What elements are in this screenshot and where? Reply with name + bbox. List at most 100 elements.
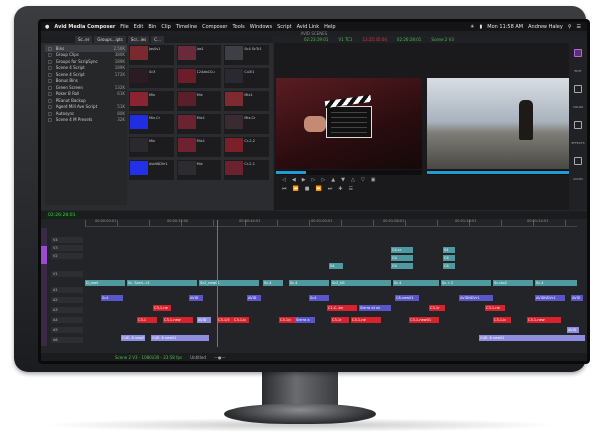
audio-clip[interactable]: C3-1r [429,305,445,311]
audio-icon[interactable] [574,157,582,165]
workspace-color[interactable]: COLOR [573,105,583,109]
video-clip[interactable]: Sc2_new01 [199,280,259,286]
bin-tab[interactable]: Groups...ipts [94,36,126,43]
audio-clip[interactable]: Sc4 [101,295,123,301]
clip-thumbnail[interactable]: Jas0s1 [129,45,174,65]
clip-thumbnail[interactable]: Mix1 [224,91,269,111]
mark-in-icon[interactable]: ◁ [282,177,286,183]
menu-windows[interactable]: Windows [250,24,272,30]
audio-clip[interactable]: AVID [247,295,261,301]
clock[interactable]: Mon 11:58 AM [487,24,523,30]
battery-icon[interactable]: ▮ [479,24,482,30]
bin-row[interactable]: □ Scene 4 M Presets 32K [45,117,127,124]
audio-clip[interactable]: Sierra at ok [359,305,391,311]
audio-clip[interactable]: C8-new01 [395,295,419,301]
audio-clip[interactable]: AVID [189,295,203,301]
menu-edit[interactable]: Edit [134,24,144,30]
bin-row[interactable]: □ Scene 4 Script 189K [45,65,127,72]
timeline-ruler[interactable]: 00:00:00:01 00:00:32:00 00:00:44:01 00:01:0… [85,219,577,227]
fast-forward-icon[interactable]: ⏩ [315,186,321,192]
menu-list-icon[interactable]: ☰ [577,24,581,30]
step-back-icon[interactable]: ◀ [292,177,296,183]
go-to-in-icon[interactable]: ⏮ [282,186,287,192]
audio-clip[interactable]: AVID [571,295,583,301]
video-clip[interactable]: Sc.4 [393,280,439,286]
color-icon[interactable] [574,85,582,93]
wifi-icon[interactable]: ☀ [470,24,474,30]
play-icon[interactable]: ▶ [302,177,306,183]
bin-row[interactable]: □ Bins 2.56K [45,45,127,52]
record-position-bar[interactable] [427,170,573,175]
apple-icon[interactable]: ● [45,24,49,30]
video-clip[interactable]: Sc. Sce4...t1 [127,280,197,286]
bin-row[interactable]: □ Group Clips 380K [45,52,127,59]
video-clip[interactable]: S4 [329,263,343,269]
track-header[interactable]: V1 [51,271,83,277]
splice-icon[interactable]: ▲ [331,177,335,183]
lift-icon[interactable]: △ [351,177,355,183]
clip-thumbnail[interactable]: Mix1 [176,114,222,134]
bin-row[interactable]: □ Scene 4 Script 172K [45,71,127,78]
audio-clip[interactable]: AVIDNDVr1 [459,295,493,301]
match-frame-icon[interactable]: ▣ [371,177,376,183]
track-header[interactable]: V3 [51,245,83,251]
mark-out-icon[interactable]: ▷ [321,177,325,183]
audio-clip[interactable]: C3-1-ne [485,305,505,311]
audio-clip[interactable]: C3-1-new [527,317,561,323]
track-header[interactable]: A2 [51,297,83,303]
clip-thumbnail[interactable]: 124ab1Cu [176,68,222,88]
video-clip[interactable]: C4 [391,255,413,261]
track-header[interactable]: A5 [51,327,83,333]
extract-icon[interactable]: ▽ [361,177,365,183]
video-clip[interactable]: Sc.4 [289,280,329,286]
clip-thumbnail[interactable]: Mix [176,91,222,111]
track-header[interactable]: A1 [51,287,83,293]
clip-thumbnail[interactable]: Sc3 [129,68,174,88]
track-header[interactable]: V4 [51,237,83,243]
audio-clip[interactable]: C3-1-ne [153,305,171,311]
search-icon[interactable]: ⚲ [568,24,572,30]
clip-thumbnail[interactable]: AvidNDVr1 [129,160,174,180]
menu-file[interactable]: File [120,24,128,30]
video-clip[interactable]: C4 [443,263,455,269]
audio-clip[interactable]: C3-1-b [233,317,249,323]
clip-thumbnail[interactable]: Jas1 [176,45,222,65]
audio-clip[interactable]: C3-1-new01 [409,317,439,323]
audio-clip[interactable]: CUE: 8 new01 [479,335,585,341]
add-edit-icon[interactable]: ✚ [338,186,342,192]
clip-thumbnail[interactable]: Mix [176,160,222,180]
audio-clip[interactable]: C3-1 [137,317,157,323]
clip-thumbnail[interactable]: Cr-2-1 [224,160,269,180]
audio-clip[interactable]: C3-1-ne [351,317,381,323]
audio-clip[interactable]: C3-1-b [493,317,511,323]
menu-script[interactable]: Script [277,24,292,30]
video-clip[interactable]: Sc2_N1 [331,280,391,286]
video-clip[interactable]: C4 [443,255,455,261]
zoom-label[interactable]: Untitled [190,355,206,360]
step-forward-icon[interactable]: ▷ [312,177,316,183]
clip-thumbnail[interactable]: Mix [129,91,174,111]
app-menu[interactable]: Avid Media Composer [54,24,115,30]
clip-thumbnail[interactable]: Mix1 [176,137,222,157]
zoom-slider-icon[interactable]: —●— [214,355,226,360]
clip-thumbnail[interactable]: Mix [129,137,174,157]
audio-clip[interactable]: AVID [197,317,211,323]
audio-clip[interactable]: C3-1/c [279,317,295,323]
edit-icon[interactable] [574,49,582,57]
track-header[interactable]: A4 [51,317,83,323]
bin-tab[interactable]: C... [151,36,164,43]
record-monitor[interactable] [427,78,573,169]
audio-clip[interactable]: Sc4 [309,295,329,301]
bin-row[interactable]: □ Groups for ScripSync 189K [45,58,127,65]
bin-row[interactable]: □ Agent Mill Ave Script 51K [45,104,127,111]
overwrite-icon[interactable]: ▼ [341,177,345,183]
audio-clip[interactable]: CUE: 8 new01 [151,335,209,341]
audio-clip[interactable]: C3-1-new [163,317,193,323]
bin-tab[interactable]: Sc..er [75,36,93,43]
menu-timeline[interactable]: Timeline [176,24,197,30]
video-clip[interactable]: Sc.4 [535,280,577,286]
trim-icon[interactable]: ☰ [348,186,352,192]
bin-row[interactable]: □ Poker B Roll 61K [45,91,127,98]
go-to-out-icon[interactable]: ⏭ [328,186,333,192]
clip-thumbnail[interactable]: Cr-2-2 [224,137,269,157]
